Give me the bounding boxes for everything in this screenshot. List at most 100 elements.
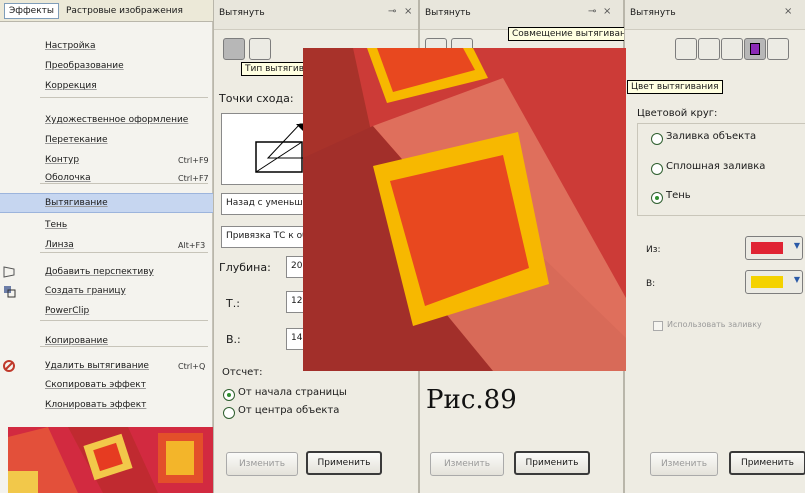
to-color-picker[interactable]: ▼ — [745, 270, 803, 294]
color-options-group: Заливка объекта Сплошная заливка Тень — [637, 123, 805, 216]
depth-label: Глубина: — [219, 261, 271, 274]
menu-item-label: Перетекание — [45, 135, 108, 145]
menu-tab-effects[interactable]: Эффекты — [4, 2, 59, 19]
extrude-rotation-button[interactable] — [249, 38, 271, 60]
origin-page-label: От начала страницы — [238, 387, 347, 398]
t-label: Т.: — [226, 297, 240, 310]
edit-button[interactable]: Изменить — [430, 452, 504, 476]
edit-button[interactable]: Изменить — [226, 452, 298, 476]
menu-item-shortcut: Ctrl+F7 — [178, 173, 209, 183]
artwork-thumbnail — [8, 427, 213, 493]
extrude-type-button[interactable] — [223, 38, 245, 60]
menu-item-label: Оболочка — [45, 173, 91, 183]
menu-item-shortcut: Ctrl+F9 — [178, 155, 209, 165]
from-color-picker[interactable]: ▼ — [745, 236, 803, 260]
menu-item-label: Настройка — [45, 41, 96, 51]
menu-item[interactable]: Вытягивание — [0, 193, 213, 213]
close-icon[interactable]: × — [603, 6, 611, 17]
menu-item-label: Клонировать эффект — [45, 400, 147, 410]
extrude-bevel-button[interactable] — [721, 38, 743, 60]
shade-label: Тень — [666, 190, 691, 201]
menu-item[interactable]: Удалить вытягивание Ctrl+Q — [0, 356, 213, 376]
menu-item-label: Преобразование — [45, 61, 124, 71]
menu-item-label: Линза — [45, 240, 74, 250]
menu-item[interactable]: Перетекание — [0, 130, 213, 150]
panel-title: Вытянуть — [630, 8, 676, 18]
menu-item[interactable]: Скопировать эффект — [0, 375, 213, 395]
menu-item-label: Контур — [45, 155, 80, 165]
border-icon — [2, 284, 16, 298]
to-color-swatch — [751, 276, 783, 288]
solid-fill-radio[interactable] — [651, 163, 663, 175]
origin-object-radio[interactable] — [223, 407, 235, 419]
extrude-preview — [221, 113, 307, 185]
vanish-type-dropdown[interactable]: Назад с уменьшением — [221, 193, 305, 215]
effects-menu: Эффекты Растровые изображения Настройка П… — [0, 0, 213, 493]
solid-fill-label: Сплошная заливка — [666, 161, 766, 172]
menu-item[interactable]: Клонировать эффект — [0, 395, 213, 415]
menu-item[interactable]: Преобразование — [0, 56, 213, 76]
menu-item-label: Скопировать эффект — [45, 380, 146, 390]
color-label: Цветовой круг: — [637, 108, 718, 119]
menu-item-label: Тень — [45, 220, 68, 230]
menu-item-label: Удалить вытягивание — [45, 361, 149, 371]
menu-item-shortcut: Ctrl+Q — [178, 361, 206, 371]
shade-radio[interactable] — [651, 192, 663, 204]
edit-button[interactable]: Изменить — [650, 452, 718, 476]
menu-tab-bitmaps[interactable]: Растровые изображения — [62, 4, 187, 18]
from-color-swatch — [751, 242, 783, 254]
v-label: В.: — [226, 333, 241, 346]
menu-separator — [40, 97, 208, 98]
menu-separator — [40, 252, 208, 253]
menu-item[interactable]: Контур Ctrl+F9 — [0, 150, 213, 170]
menu-item[interactable]: Тень — [0, 215, 213, 235]
menu-item-label: Художественное оформление — [45, 115, 189, 125]
figure-caption: Рис.89 — [426, 385, 517, 415]
menu-separator — [40, 320, 208, 321]
origin-object-label: От центра объекта — [238, 405, 340, 416]
tooltip: Совмещение вытягивания — [508, 27, 642, 41]
fill-object-radio[interactable] — [651, 133, 663, 145]
origin-page-radio[interactable] — [223, 389, 235, 401]
menu-item[interactable]: Оболочка Ctrl+F7 — [0, 168, 213, 188]
menu-item-shortcut: Alt+F3 — [178, 240, 206, 250]
extrude-lighting-button[interactable] — [675, 38, 697, 60]
menu-item[interactable]: Копирование — [0, 331, 213, 351]
extruded-square-figure — [303, 48, 626, 371]
use-fill-checkbox[interactable] — [653, 321, 663, 331]
extrude-panel-color: Вытянуть × Цвет вытягивания Цветовой кру… — [624, 0, 805, 493]
apply-button[interactable]: Применить — [729, 451, 805, 475]
close-icon[interactable]: × — [784, 6, 792, 17]
panel-title: Вытянуть — [219, 8, 265, 18]
extrude-color-button[interactable] — [744, 38, 766, 60]
menu-item[interactable]: Художественное оформление — [0, 110, 213, 130]
vanish-label: Точки схода: — [219, 92, 294, 105]
use-fill-label: Использовать заливку — [667, 320, 762, 329]
chevron-down-icon: ▼ — [793, 275, 800, 284]
from-label: Из: — [646, 245, 661, 255]
origin-label: Отсчет: — [222, 367, 263, 378]
apply-button[interactable]: Применить — [306, 451, 382, 475]
menu-separator — [40, 183, 208, 184]
menu-bar: Эффекты Растровые изображения — [0, 0, 213, 22]
apply-button[interactable]: Применить — [514, 451, 590, 475]
extrude-light-button[interactable] — [698, 38, 720, 60]
chevron-down-icon: ▼ — [793, 241, 800, 250]
fill-object-label: Заливка объекта — [666, 131, 757, 142]
pin-icon[interactable]: ⊸ — [588, 6, 596, 17]
menu-item-label: Вытягивание — [45, 198, 108, 208]
to-label: В: — [646, 279, 656, 289]
extrude-bevel2-button[interactable] — [767, 38, 789, 60]
remove-extrude-icon — [2, 359, 16, 373]
menu-item[interactable]: Добавить перспективу — [0, 262, 213, 282]
menu-item-label: Создать границу — [45, 286, 126, 296]
pin-icon[interactable]: ⊸ — [388, 6, 396, 17]
vanish-lock-dropdown[interactable]: Привязка ТС к объекту — [221, 226, 305, 248]
menu-item[interactable]: Создать границу — [0, 281, 213, 301]
close-icon[interactable]: × — [404, 6, 412, 17]
menu-item-label: Добавить перспективу — [45, 267, 154, 277]
menu-item[interactable]: Настройка — [0, 36, 213, 56]
menu-item[interactable]: Коррекция — [0, 76, 213, 96]
menu-item-label: PowerClip — [45, 306, 90, 316]
menu-item[interactable]: PowerClip — [0, 301, 213, 321]
